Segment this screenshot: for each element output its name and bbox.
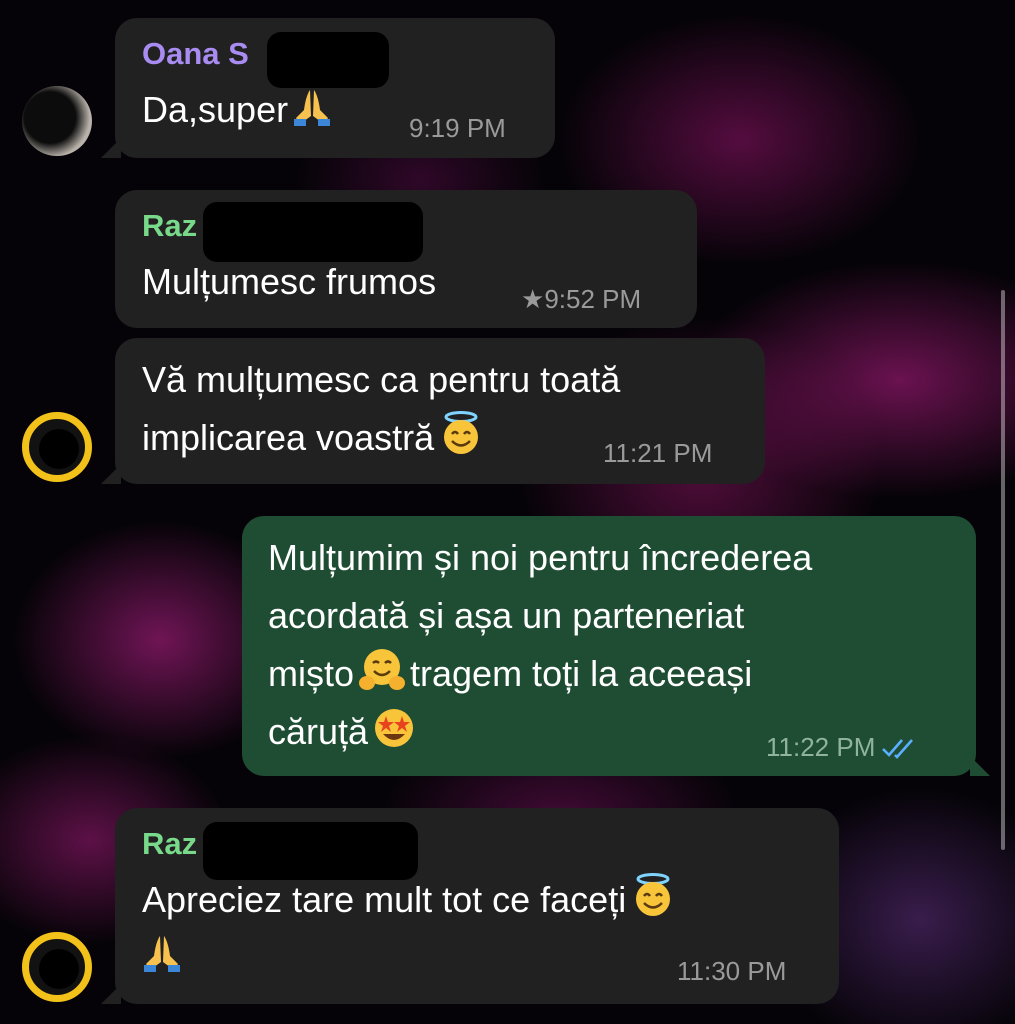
- message-bubble[interactable]: Oana S Da,super 9:19 PM: [101, 18, 555, 158]
- folded-hands-emoji: [144, 936, 180, 972]
- message-time: 9:19 PM: [409, 113, 506, 143]
- sender-name[interactable]: Raz: [142, 208, 197, 244]
- message-text: Apreciez tare mult tot ce faceți: [142, 870, 680, 930]
- message-text: Mulțumesc frumos: [142, 261, 437, 302]
- message-text: mișto tragem toți la aceeași: [268, 644, 752, 704]
- star-struck-emoji: [375, 709, 414, 747]
- smiling-face-with-halo-emoji: [444, 411, 479, 454]
- sender-avatar[interactable]: [22, 86, 92, 156]
- message-time: ★9:52 PM: [521, 284, 642, 314]
- sender-avatar[interactable]: [22, 932, 92, 1002]
- message-time: 11:22 PM: [766, 732, 919, 763]
- message-time: 11:21 PM: [603, 438, 713, 468]
- message-text: implicarea voastră: [142, 408, 488, 468]
- message-text: Mulțumim și noi pentru încrederea: [268, 537, 813, 578]
- message-bubble-outgoing[interactable]: Mulțumim și noi pentru încrederea acorda…: [242, 516, 990, 776]
- sender-name[interactable]: Raz: [142, 826, 197, 862]
- message-bubble[interactable]: Vă mulțumesc ca pentru toată implicarea …: [101, 338, 765, 484]
- smiling-face-with-halo-emoji: [636, 873, 671, 916]
- message-text: Vă mulțumesc ca pentru toată: [142, 359, 621, 400]
- sender-name[interactable]: Oana S: [142, 36, 249, 72]
- hugging-face-emoji: [359, 649, 406, 690]
- folded-hands-emoji: [294, 90, 331, 126]
- star-icon: ★: [521, 284, 545, 314]
- message-time: 11:30 PM: [677, 956, 787, 986]
- chat-scrollbar[interactable]: [1001, 290, 1005, 850]
- sender-avatar[interactable]: [22, 412, 92, 482]
- read-double-check-icon: [882, 739, 914, 759]
- message-bubble[interactable]: Raz Mulțumesc frumos ★9:52 PM: [115, 190, 697, 328]
- message-text: Da,super: [142, 80, 336, 140]
- message-text: [138, 926, 186, 986]
- message-bubble[interactable]: Raz Apreciez tare mult tot ce faceți 11:…: [101, 808, 839, 1004]
- message-text: căruță: [268, 702, 420, 762]
- message-text: acordată și așa un parteneriat: [268, 595, 745, 636]
